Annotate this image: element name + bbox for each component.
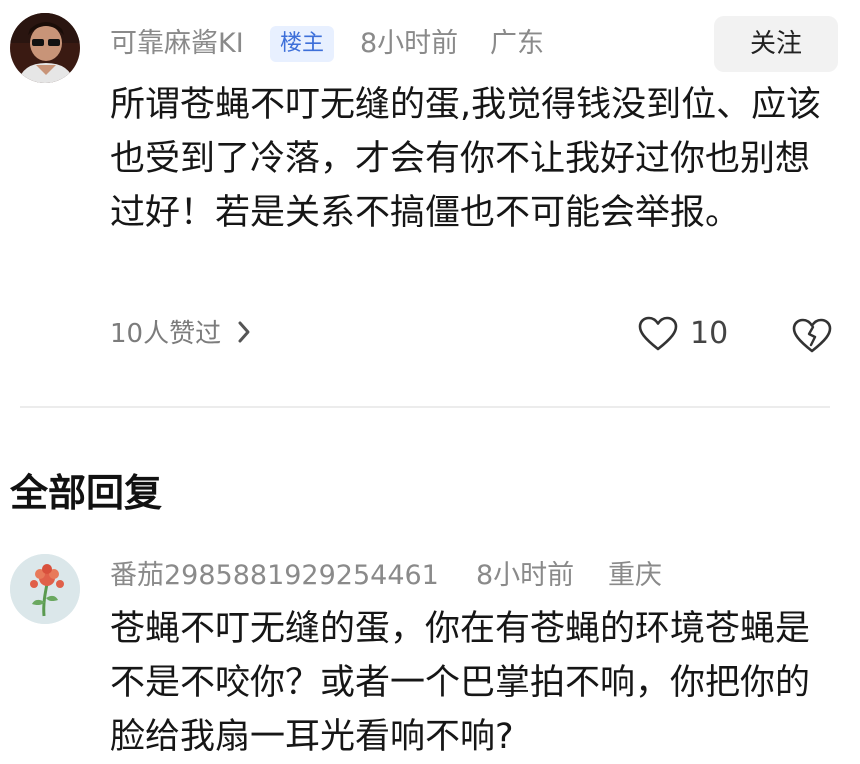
dislike-button[interactable] xyxy=(792,318,832,354)
like-count: 10 xyxy=(690,316,729,351)
location: 广东 xyxy=(490,28,544,59)
reply-avatar[interactable] xyxy=(10,554,80,624)
username[interactable]: 可靠麻酱KI xyxy=(110,28,244,60)
divider xyxy=(20,406,830,408)
chevron-right-icon xyxy=(237,320,251,348)
timestamp: 8小时前 xyxy=(360,28,459,59)
likes-summary[interactable]: 10人赞过 xyxy=(110,318,251,350)
avatar[interactable] xyxy=(10,13,80,83)
broken-heart-icon xyxy=(792,318,832,353)
section-title: 全部回复 xyxy=(10,471,163,515)
heart-icon xyxy=(638,316,678,352)
flower-image xyxy=(10,554,80,624)
reply-username[interactable]: 番茄2985881929254461 xyxy=(110,560,439,592)
likes-summary-label: 10人赞过 xyxy=(110,319,222,349)
reply-location: 重庆 xyxy=(608,560,662,591)
user-photo xyxy=(10,13,80,83)
reply-text: 苍蝇不叮无缝的蛋，你在有苍蝇的环境苍蝇是不是不咬你？或者一个巴掌拍不响，你把你的… xyxy=(110,609,811,757)
like-button[interactable]: 10 xyxy=(638,316,728,352)
owner-badge: 楼主 xyxy=(270,26,335,62)
reply-timestamp: 8小时前 xyxy=(476,560,575,591)
comment-text: 所谓苍蝇不叮无缝的蛋,我觉得钱没到位、应该也受到了冷落，才会有你不让我好过你也别… xyxy=(110,85,822,233)
follow-button[interactable]: 关注 xyxy=(714,16,838,72)
